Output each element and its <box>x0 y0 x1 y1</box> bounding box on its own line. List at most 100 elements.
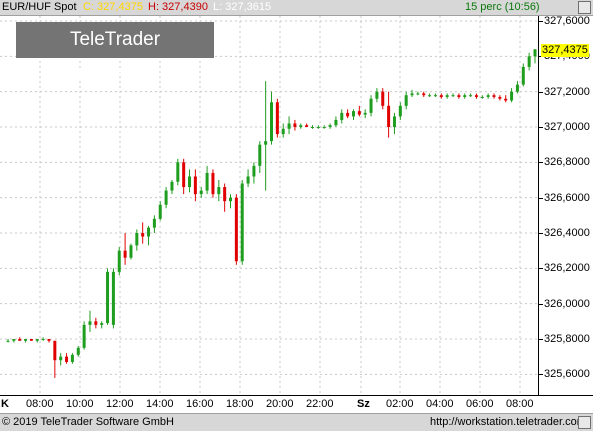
high-value: H: 327,4390 <box>148 1 208 13</box>
candle-body-up <box>451 95 455 97</box>
candle <box>334 116 338 127</box>
candle-body-up <box>480 96 484 98</box>
candle-body-up <box>416 93 420 95</box>
scroll-down-box[interactable] <box>578 416 591 429</box>
candle-body-up <box>24 339 28 341</box>
candle <box>270 91 273 145</box>
candle-body-up <box>176 162 180 182</box>
candle-body-down <box>29 339 33 341</box>
candle <box>527 52 531 71</box>
candle <box>18 337 22 341</box>
candle-body-down <box>211 172 215 195</box>
candle-body-up <box>328 125 332 127</box>
candle <box>246 169 250 188</box>
candle <box>111 268 115 329</box>
candle <box>59 353 63 366</box>
y-tick-mark <box>539 339 543 340</box>
candle-body-up <box>41 339 45 340</box>
y-tick-label: 326,6000 <box>544 192 590 204</box>
candle-body-up <box>310 127 314 128</box>
candle-body-down <box>504 98 508 101</box>
candle-body-up <box>205 172 209 191</box>
candle-body-up <box>170 181 174 191</box>
candle <box>193 169 197 202</box>
candle <box>310 125 314 129</box>
candle-body-down <box>457 95 461 97</box>
candle-body-up <box>246 176 250 184</box>
y-tick-mark <box>539 374 543 375</box>
chart-footer: © 2019 TeleTrader Software GmbH http://w… <box>0 413 593 431</box>
x-tick-label: 06:00 <box>466 398 494 410</box>
y-tick-mark <box>539 304 543 305</box>
candle-body-down <box>492 95 496 97</box>
y-tick-label: 325,6000 <box>544 368 590 380</box>
candle-body-up <box>533 49 537 57</box>
interval-label: 15 perc (10:56) <box>465 1 540 13</box>
candle <box>416 91 420 96</box>
candle-body-up <box>392 116 396 127</box>
candle <box>433 93 437 97</box>
x-tick-label: 14:00 <box>146 398 174 410</box>
candle <box>223 183 227 212</box>
candle-body-up <box>510 91 514 101</box>
candle-body-up <box>527 56 531 67</box>
candle <box>100 321 104 329</box>
candle-body-up <box>147 227 151 237</box>
candle-body-down <box>193 176 197 195</box>
candle <box>469 93 473 97</box>
candle-body-up <box>240 183 244 262</box>
copyright-text: © 2019 TeleTrader Software GmbH <box>2 416 174 428</box>
candle-body-up <box>199 190 203 195</box>
candle <box>82 321 86 350</box>
candle <box>234 194 238 265</box>
candle <box>451 93 455 97</box>
candle <box>211 169 215 198</box>
candle-body-down <box>422 93 426 96</box>
x-tick-label: 02:00 <box>386 398 414 410</box>
candle-body-up <box>445 95 449 97</box>
candle <box>515 81 519 94</box>
candle-body-down <box>474 95 478 97</box>
candle-body-up <box>135 233 139 246</box>
y-tick-label: 326,8000 <box>544 156 590 168</box>
chart-header: EUR/HUF Spot C: 327,4375 H: 327,4390 L: … <box>0 0 593 16</box>
candle-body-up <box>70 354 74 362</box>
candle <box>340 109 344 124</box>
candle-body-up <box>164 190 168 205</box>
candle-body-up <box>117 250 121 272</box>
candle <box>264 81 268 191</box>
watermark-prefix: TeleTrader <box>69 29 161 50</box>
candle-body-up <box>229 197 233 202</box>
candle-body-up <box>35 339 39 341</box>
candle <box>129 243 133 260</box>
candle <box>176 158 180 186</box>
scroll-up-box[interactable] <box>578 1 591 14</box>
candle <box>480 95 484 99</box>
candle <box>70 353 74 364</box>
candle <box>410 89 414 97</box>
x-tick-label: Sz <box>357 398 370 410</box>
candle-body-down <box>123 250 127 258</box>
candle-body-up <box>281 128 285 135</box>
close-value: C: 327,4375 <box>83 1 143 13</box>
teletrader-watermark: TeleTrader WorkStation <box>16 22 214 86</box>
candle-body-down <box>498 96 502 99</box>
candle <box>275 98 279 138</box>
candle <box>240 180 244 265</box>
time-axis: K 08:00 10:00 12:00 14:00 16:00 18:00 20:00 22:0… <box>0 395 593 414</box>
candle-body-up <box>486 95 490 97</box>
candle <box>117 247 121 276</box>
candle <box>504 95 508 103</box>
y-tick-mark <box>539 127 543 128</box>
candle <box>387 91 391 138</box>
candle <box>305 123 309 127</box>
symbol-label: EUR/HUF Spot <box>2 1 77 13</box>
candle-body-down <box>346 112 350 117</box>
candle <box>474 93 478 99</box>
candle <box>65 353 69 364</box>
candle-body-down <box>18 339 22 341</box>
candle <box>463 93 467 99</box>
y-tick-mark <box>539 198 543 199</box>
candle <box>41 337 45 341</box>
website-url[interactable]: http://workstation.teletrader.com <box>430 416 586 428</box>
